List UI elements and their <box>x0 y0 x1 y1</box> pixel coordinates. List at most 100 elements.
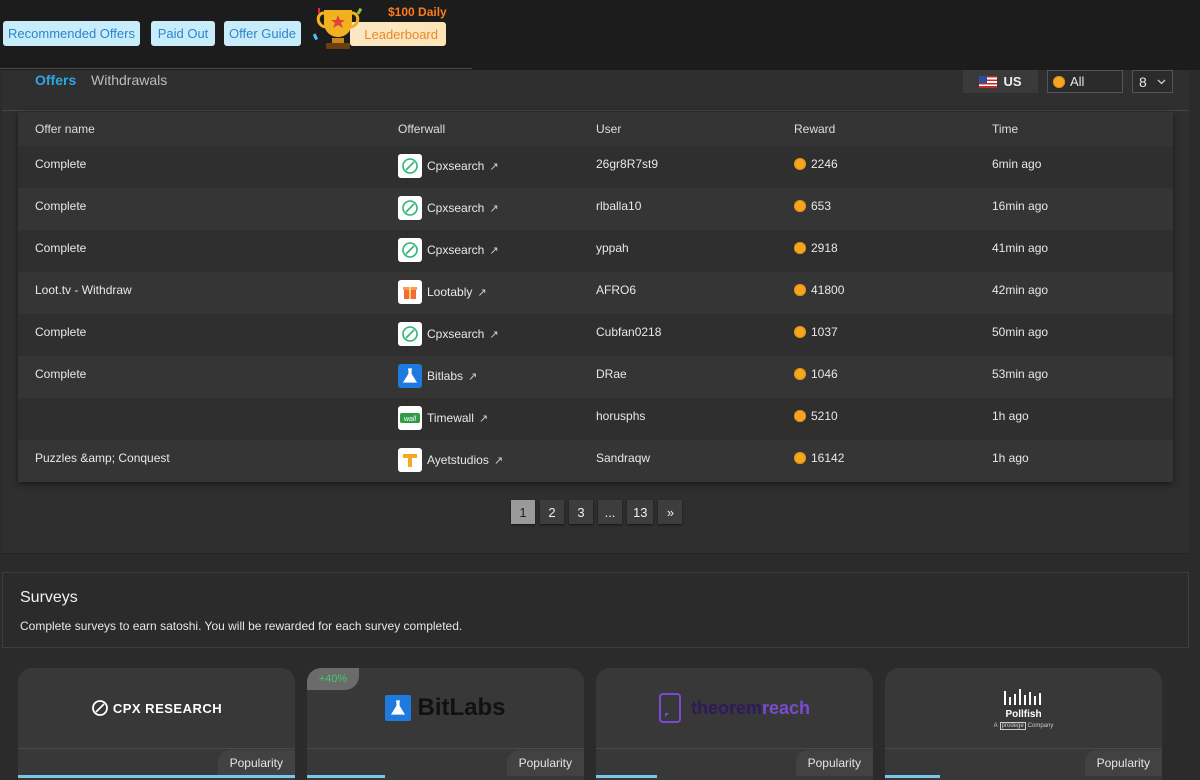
offerwall-name[interactable]: Lootably <box>427 285 472 299</box>
external-link-icon[interactable]: ↗ <box>489 202 498 215</box>
offerwall-name[interactable]: Ayetstudios <box>427 453 489 467</box>
lootably-icon <box>398 280 422 304</box>
filter-label: All <box>1070 74 1085 89</box>
popularity-bar <box>307 775 385 778</box>
user-name: rlballa10 <box>596 199 642 213</box>
external-link-icon[interactable]: ↗ <box>489 328 498 341</box>
offerwall-name[interactable]: Cpxsearch <box>427 327 484 341</box>
coin-icon <box>794 158 806 170</box>
table-row: Loot.tv - Withdraw Lootably ↗ AFRO6 4180… <box>18 272 1173 314</box>
country-label: US <box>1003 74 1022 89</box>
reward-value: 16142 <box>811 451 845 465</box>
theoremreach-text-b: reach <box>761 697 811 718</box>
survey-card-pollfish[interactable]: Pollfish A prodege Company Popularity <box>885 668 1162 780</box>
col-time: Time <box>992 122 1019 136</box>
reward-value: 2918 <box>811 241 838 255</box>
offer-name: Complete <box>35 325 87 339</box>
currency-filter[interactable]: All <box>1047 70 1123 93</box>
theoremreach-text-a: theorem <box>690 697 762 718</box>
page-2-button[interactable]: 2 <box>540 500 564 524</box>
offerwall-name[interactable]: Timewall <box>427 411 474 425</box>
table-row: Complete Cpxsearch ↗ rlballa10 653 16min… <box>18 188 1173 230</box>
col-offerwall: Offerwall <box>398 122 446 136</box>
offerwall-name[interactable]: Bitlabs <box>427 369 463 383</box>
surveys-description: Complete surveys to earn satoshi. You wi… <box>20 619 463 633</box>
reward-cell: 5210 <box>794 409 838 423</box>
offer-name: Complete <box>35 367 87 381</box>
reward-value: 41800 <box>811 283 845 297</box>
coin-icon <box>794 242 806 254</box>
external-link-icon[interactable]: ↗ <box>479 412 488 425</box>
external-link-icon[interactable]: ↗ <box>468 370 477 383</box>
cpx-research-logo: CPX RESEARCH <box>18 668 295 748</box>
reward-cell: 2918 <box>794 241 838 255</box>
external-link-icon[interactable]: ↗ <box>489 244 498 257</box>
next-page-button[interactable]: » <box>658 500 683 524</box>
time-ago: 16min ago <box>992 199 1049 213</box>
tabs-divider <box>2 110 1189 111</box>
user-name: DRae <box>596 367 627 381</box>
offers-table: Offer name Offerwall User Reward Time Co… <box>18 112 1173 482</box>
page-1-button[interactable]: 1 <box>511 500 535 524</box>
offerwall-name[interactable]: Cpxsearch <box>427 243 484 257</box>
table-row: wall Timewall ↗ horusphs 5210 1h ago <box>18 398 1173 440</box>
coin-icon <box>794 368 806 380</box>
coin-icon <box>1053 75 1065 88</box>
bitlabs-logo-text: BitLabs <box>417 694 506 721</box>
survey-card-cpx-research[interactable]: CPX RESEARCH Popularity <box>18 668 295 780</box>
time-ago: 42min ago <box>992 283 1049 297</box>
pollfish-logo-sub: A prodege Company <box>994 721 1053 730</box>
col-offer-name: Offer name <box>35 122 95 136</box>
reward-cell: 16142 <box>794 451 844 465</box>
offer-name: Puzzles &amp; Conquest <box>35 451 170 465</box>
survey-card-bitlabs[interactable]: BitLabs +40% Popularity <box>307 668 584 780</box>
tab-offers[interactable]: Offers <box>35 72 76 88</box>
offerwall-cell: Lootably ↗ <box>398 280 487 304</box>
offerwall-cell: Cpxsearch ↗ <box>398 196 499 220</box>
recommended-offers-button[interactable]: Recommended Offers <box>3 21 140 46</box>
external-link-icon[interactable]: ↗ <box>489 160 498 173</box>
user-name: yppah <box>596 241 629 255</box>
card-divider <box>18 748 295 749</box>
pollfish-logo-icon <box>1003 688 1041 705</box>
reward-value: 2246 <box>811 157 838 171</box>
tab-withdrawals[interactable]: Withdrawals <box>91 72 167 88</box>
cpxsearch-icon <box>398 238 422 262</box>
offerwall-name[interactable]: Cpxsearch <box>427 201 484 215</box>
time-ago: 53min ago <box>992 367 1049 381</box>
cpx-logo-text: CPX RESEARCH <box>112 700 223 716</box>
offer-guide-button[interactable]: Offer Guide <box>224 21 301 46</box>
reward-cell: 41800 <box>794 283 844 297</box>
chevron-down-icon <box>1157 79 1166 84</box>
user-name: Sandraqw <box>596 451 651 465</box>
user-name: AFRO6 <box>596 283 637 297</box>
external-link-icon[interactable]: ↗ <box>477 286 486 299</box>
paid-out-button[interactable]: Paid Out <box>151 21 215 46</box>
survey-card-theoremreach[interactable]: theorem reach Popularity <box>596 668 873 780</box>
offerwall-cell: Cpxsearch ↗ <box>398 154 499 178</box>
country-selector[interactable]: US <box>963 70 1038 93</box>
svg-text:wall: wall <box>404 416 417 423</box>
time-ago: 41min ago <box>992 241 1049 255</box>
reward-value: 1037 <box>811 325 838 339</box>
page-13-button[interactable]: 13 <box>627 500 654 524</box>
coin-icon <box>794 326 806 338</box>
offerwall-name[interactable]: Cpxsearch <box>427 159 484 173</box>
bitlabs-logo-icon <box>385 695 412 721</box>
table-row: Complete Cpxsearch ↗ yppah 2918 41min ag… <box>18 230 1173 272</box>
reward-value: 5210 <box>811 409 838 423</box>
page-3-button[interactable]: 3 <box>569 500 593 524</box>
offerwall-cell: wall Timewall ↗ <box>398 406 488 430</box>
offerwall-cell: Ayetstudios ↗ <box>398 448 503 472</box>
reward-cell: 653 <box>794 199 831 213</box>
cpxsearch-icon <box>398 154 422 178</box>
col-reward: Reward <box>794 122 836 136</box>
reward-value: 1046 <box>811 367 838 381</box>
per-page-select[interactable]: 8 <box>1132 70 1173 93</box>
bitlabs-icon <box>398 364 422 388</box>
table-header: Offer name Offerwall User Reward Time <box>18 112 1173 146</box>
pollfish-logo-text: Pollfish <box>1005 708 1042 720</box>
external-link-icon[interactable]: ↗ <box>494 454 503 467</box>
table-row: Complete Bitlabs ↗ DRae 1046 53min ago <box>18 356 1173 398</box>
popularity-label: Popularity <box>506 750 584 776</box>
